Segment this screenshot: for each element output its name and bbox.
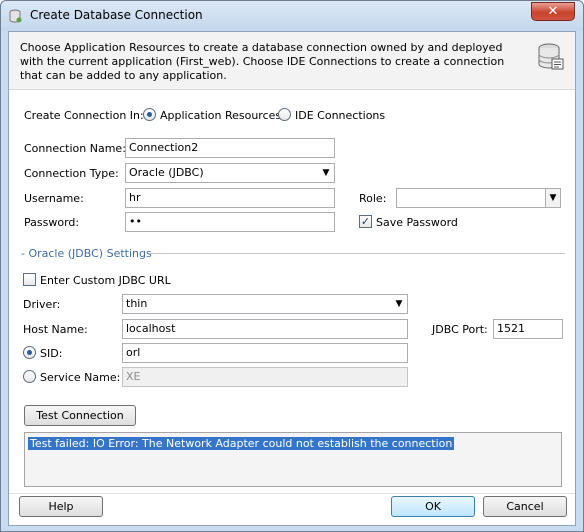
service-name-field: XE xyxy=(122,367,408,387)
connection-name-field[interactable]: Connection2 xyxy=(125,138,335,158)
connection-type-label: Connection Type: xyxy=(24,167,119,180)
ok-button[interactable]: OK xyxy=(391,496,475,517)
create-in-label: Create Connection In: xyxy=(24,109,144,122)
radio-service-name[interactable] xyxy=(23,370,36,383)
custom-jdbc-url-checkbox[interactable] xyxy=(23,273,36,286)
service-name-label[interactable]: Service Name: xyxy=(40,371,120,384)
test-result-box: Test failed: IO Error: The Network Adapt… xyxy=(24,432,562,487)
driver-select[interactable]: thin ▼ xyxy=(122,294,408,314)
host-name-label: Host Name: xyxy=(23,323,88,336)
test-connection-button[interactable]: Test Connection xyxy=(24,405,136,426)
help-button[interactable]: Help xyxy=(19,496,103,517)
ide-connections-label[interactable]: IDE Connections xyxy=(295,109,385,122)
jdbc-port-label: JDBC Port: xyxy=(432,323,488,336)
chevron-down-icon: ▼ xyxy=(322,168,330,178)
database-icon xyxy=(538,43,564,70)
jdbc-settings-title[interactable]: - Oracle (JDBC) Settings xyxy=(21,247,152,260)
connection-name-label: Connection Name: xyxy=(24,142,126,155)
sid-label[interactable]: SID: xyxy=(40,347,62,360)
close-icon: ✕ xyxy=(547,4,559,19)
sid-field[interactable]: orl xyxy=(122,343,408,363)
header-panel: Choose Application Resources to create a… xyxy=(9,32,575,90)
title-bar[interactable]: Create Database Connection ✕ xyxy=(1,1,583,31)
cancel-button[interactable]: Cancel xyxy=(483,496,567,517)
custom-jdbc-url-label[interactable]: Enter Custom JDBC URL xyxy=(40,274,171,287)
username-field[interactable]: hr xyxy=(125,188,335,208)
driver-value: thin xyxy=(126,297,148,310)
dialog-window: Create Database Connection ✕ Choose Appl… xyxy=(0,0,584,532)
username-label: Username: xyxy=(24,192,84,205)
chevron-down-icon: ▼ xyxy=(395,299,403,309)
application-resources-label[interactable]: Application Resources xyxy=(160,109,281,122)
jdbc-port-field[interactable]: 1521 xyxy=(493,319,563,339)
save-password-label[interactable]: Save Password xyxy=(376,216,458,229)
chevron-down-icon[interactable]: ▼ xyxy=(545,189,560,207)
radio-ide-connections[interactable] xyxy=(278,108,291,121)
connection-type-value: Oracle (JDBC) xyxy=(129,166,204,179)
section-divider xyxy=(149,253,565,254)
radio-application-resources[interactable] xyxy=(143,108,156,121)
test-result-message: Test failed: IO Error: The Network Adapt… xyxy=(28,437,455,450)
role-select[interactable]: ▼ xyxy=(396,188,561,208)
connection-type-select[interactable]: Oracle (JDBC) ▼ xyxy=(125,163,335,183)
footer-divider xyxy=(9,493,575,494)
header-description: Choose Application Resources to create a… xyxy=(20,41,505,82)
window-title: Create Database Connection xyxy=(30,8,203,22)
role-label: Role: xyxy=(359,192,387,205)
host-name-field[interactable]: localhost xyxy=(122,319,408,339)
dialog-body: Choose Application Resources to create a… xyxy=(8,31,576,526)
database-connection-icon xyxy=(9,9,22,23)
driver-label: Driver: xyxy=(23,298,61,311)
password-field[interactable]: •• xyxy=(125,212,335,232)
radio-sid[interactable] xyxy=(23,346,36,359)
close-button[interactable]: ✕ xyxy=(531,2,575,21)
save-password-checkbox[interactable]: ✓ xyxy=(359,215,372,228)
password-label: Password: xyxy=(24,216,80,229)
